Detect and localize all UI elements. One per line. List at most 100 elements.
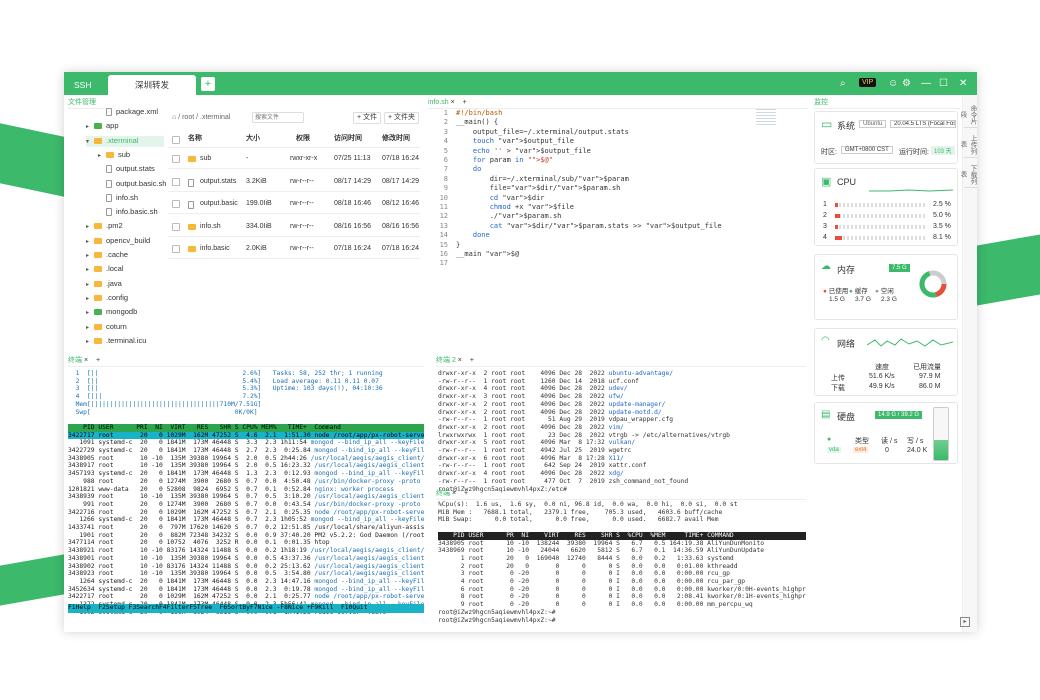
home-icon[interactable]: ⌂ (172, 114, 176, 121)
cell-perm: rw-r--r-- (290, 245, 314, 252)
line-number: 8 (443, 174, 448, 183)
title-bar: SSH 深圳转发 + ⌕ VIP ☺ ⚙ — ☐ ✕ (64, 72, 977, 95)
table-row[interactable]: sub - rwxr-xr-x 07/25 11:13 07/18 16:24 (168, 149, 420, 169)
col-atime[interactable]: 访问时间 (334, 130, 362, 148)
snippets-tab[interactable]: 命令片段 (959, 102, 977, 128)
tab-terminal-1[interactable]: 终端 (68, 357, 82, 364)
tree-item[interactable]: ▸ .local (86, 264, 164, 275)
search-icon[interactable]: ⌕ (840, 78, 846, 89)
close-icon[interactable]: × (451, 99, 455, 106)
close-icon[interactable]: × (84, 357, 88, 364)
tree-item[interactable]: ▸ coturn (86, 322, 164, 333)
legend-used: ● 已使用 (823, 288, 849, 295)
terminal3-output[interactable]: %Cpu(s): 1.6 us, 1.6 sy, 0.0 ni, 96.8 id… (438, 501, 806, 625)
tab-terminal-2[interactable]: 终端 2 (436, 357, 456, 364)
tree-item[interactable]: info.basic.sh (98, 207, 164, 217)
tab-info-sh[interactable]: info.sh (428, 99, 449, 106)
breadcrumb-root[interactable]: root (182, 114, 194, 121)
add-tab-icon[interactable]: + (470, 357, 474, 364)
chevron-right-icon[interactable]: ▸ (86, 223, 94, 232)
table-row[interactable]: output.stats 3.2KiB rw-r--r-- 08/17 14:29 08… (168, 172, 420, 192)
upload-total: 97.9 M (919, 373, 941, 380)
timezone-value: GMT+0800 CST (841, 146, 893, 154)
new-folder-button[interactable]: + 文件夹 (384, 112, 420, 124)
new-tab-button[interactable]: + (201, 77, 215, 91)
tree-item[interactable]: ▸ app (86, 121, 164, 132)
tree-item[interactable]: ▸ sub (98, 150, 164, 161)
table-row[interactable]: output.basic 199.0IiB rw-r--r-- 08/18 16:46… (168, 194, 420, 214)
tab-shenzhen[interactable]: 深圳转发 (108, 75, 196, 95)
terminal1-output[interactable]: 1 [|| 2.6%] Tasks: 58, 252 thr; 1 runnin… (68, 370, 424, 614)
tree-item[interactable]: info.sh (98, 193, 164, 202)
chevron-right-icon[interactable]: ▸ (86, 252, 94, 261)
cpu-core-id: 1 (823, 201, 827, 208)
chevron-right-icon[interactable]: ▸ (86, 324, 94, 333)
file-search-input[interactable] (252, 112, 304, 123)
chevron-right-icon[interactable]: ▸ (86, 123, 94, 132)
terminal2-output[interactable]: drwxr-xr-x 2 root root 4096 Dec 28 2022 … (438, 370, 806, 494)
chevron-down-icon[interactable]: ▾ (86, 138, 94, 147)
tree-item[interactable]: ▾ .xterminal (86, 135, 164, 147)
close-icon[interactable]: × (452, 490, 456, 497)
upload-list-tab[interactable]: 上传列表 (959, 132, 977, 158)
disk-title: 硬盘 (837, 412, 856, 422)
tree-item[interactable]: ▸ .cache (86, 250, 164, 261)
chevron-right-icon[interactable]: ▸ (86, 309, 94, 318)
gear-icon[interactable]: ⚙ (902, 78, 911, 89)
tree-item-label: coturn (106, 321, 127, 331)
tree-item[interactable]: ▸ .terminal.icu (86, 336, 164, 347)
col-name[interactable]: 名称 (188, 130, 202, 148)
tree-item[interactable]: output.stats (98, 164, 164, 174)
col-mtime[interactable]: 修改时间 (382, 130, 410, 148)
line-number: 1 (443, 109, 448, 117)
add-tab-icon[interactable]: + (463, 99, 467, 106)
row-checkbox[interactable] (172, 245, 180, 253)
upload-speed: 51.6 K/s (869, 373, 895, 380)
tree-item[interactable]: ▸ mongodb (86, 307, 164, 318)
tree-item[interactable]: ▸ opencv_build (86, 236, 164, 247)
tree-item[interactable]: ▸ .pm2 (86, 221, 164, 232)
vip-badge[interactable]: VIP (859, 78, 877, 87)
col-size[interactable]: 大小 (246, 130, 260, 148)
col-perm[interactable]: 权限 (296, 130, 310, 148)
breadcrumb-current[interactable]: .xterminal (200, 114, 230, 121)
chevron-right-icon[interactable]: ▸ (86, 281, 94, 290)
os-badge: Ubuntu (859, 120, 887, 128)
terminal1-tabbar: 终端 × + (68, 355, 424, 367)
tree-item[interactable]: package.xml (98, 107, 164, 116)
pane-split-icon[interactable]: ▸ (960, 617, 970, 627)
new-file-button[interactable]: + 文件 (353, 112, 382, 124)
select-all-checkbox[interactable] (172, 136, 180, 144)
close-icon[interactable]: ✕ (959, 78, 967, 89)
htop-footer[interactable]: F1Help F2Setup F3SearchF4FilterF5Tree F6… (68, 604, 424, 613)
maximize-icon[interactable]: ☐ (939, 78, 948, 89)
chevron-right-icon[interactable]: ▸ (86, 338, 94, 347)
tree-item[interactable]: ▸ .config (86, 293, 164, 304)
tree-item[interactable]: ▸ .java (86, 279, 164, 290)
close-icon[interactable]: × (458, 357, 462, 364)
system-card: ▭ 系统 Ubuntu 20.04.5 LTS (Focal Fossa) 时区… (814, 111, 958, 164)
row-checkbox[interactable] (172, 177, 180, 186)
chevron-right-icon[interactable]: ▸ (86, 238, 94, 247)
row-checkbox[interactable] (172, 155, 180, 163)
file-icon (188, 201, 194, 209)
code-line: touch "var">$output_file (472, 137, 575, 146)
chevron-right-icon[interactable]: ▸ (98, 152, 106, 161)
tab-terminal-3[interactable]: 终端 (436, 490, 450, 497)
user-icon[interactable]: ☺ (888, 78, 898, 89)
cell-atime: 07/25 11:13 (334, 155, 371, 162)
chevron-right-icon[interactable]: ▸ (86, 266, 94, 275)
tree-item[interactable]: output.basic.sh (98, 179, 166, 188)
row-checkbox[interactable] (172, 222, 180, 231)
table-row[interactable]: info.sh 334.0IiB rw-r--r-- 08/16 16:56 08/16… (168, 217, 420, 237)
chevron-right-icon[interactable]: ▸ (86, 295, 94, 304)
tab-ssh[interactable]: SSH (66, 75, 99, 95)
download-list-tab[interactable]: 下载列表 (959, 162, 977, 188)
table-row[interactable]: info.basic 2.0KiB rw-r--r-- 07/18 16:24 07/1… (168, 239, 420, 259)
cell-name: info.basic (200, 245, 230, 252)
add-tab-icon[interactable]: + (96, 357, 100, 364)
cell-size: 3.2KiB (246, 177, 267, 185)
minimize-icon[interactable]: — (921, 78, 931, 89)
add-tab-icon[interactable]: + (464, 490, 468, 497)
row-checkbox[interactable] (172, 200, 180, 208)
